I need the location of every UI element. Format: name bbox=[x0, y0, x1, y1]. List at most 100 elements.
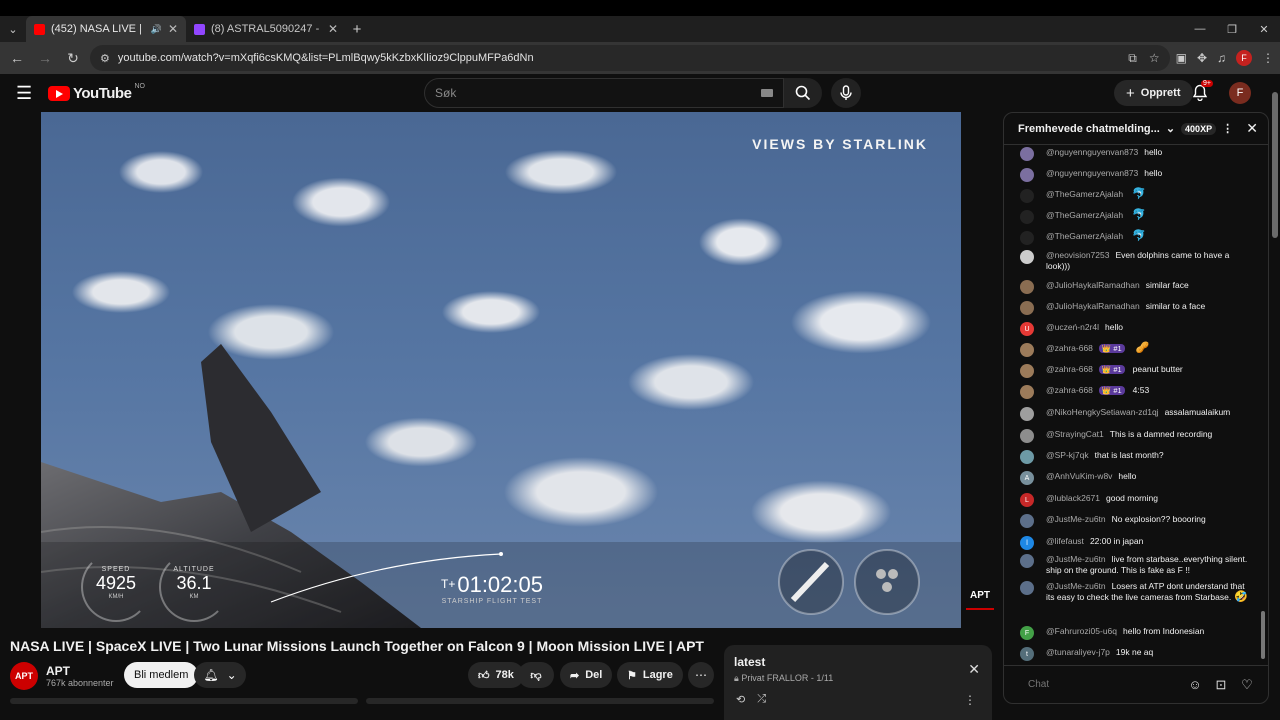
chat-author-name[interactable]: @nguyennguyenvan873 bbox=[1046, 147, 1138, 157]
chat-author-name[interactable]: @zahra-668 bbox=[1046, 364, 1093, 374]
tab-search-chevron-icon[interactable]: ⌄ bbox=[0, 23, 26, 36]
chat-author-name[interactable]: @TheGamerzAjalah bbox=[1046, 210, 1123, 220]
chat-author-name[interactable]: @zahra-668 bbox=[1046, 343, 1093, 353]
minimize-icon[interactable]: — bbox=[1184, 23, 1216, 35]
puzzle-extensions-icon[interactable]: ✥ bbox=[1197, 51, 1207, 65]
chat-author-avatar[interactable] bbox=[1020, 364, 1034, 378]
chat-author-name[interactable]: @JulioHaykalRamadhan bbox=[1046, 301, 1140, 311]
playlist-title[interactable]: latest bbox=[734, 655, 982, 669]
reload-icon[interactable]: ↻ bbox=[62, 50, 84, 67]
channel-avatar[interactable]: APT bbox=[10, 662, 38, 690]
chat-author-avatar[interactable] bbox=[1020, 168, 1034, 182]
chat-mode-selector[interactable]: Fremhevede chatmelding... bbox=[1018, 123, 1160, 135]
chat-input[interactable] bbox=[1014, 673, 1182, 696]
tab-close-icon[interactable]: ✕ bbox=[168, 22, 178, 36]
extension-icon[interactable]: ▣ bbox=[1176, 51, 1187, 65]
site-info-icon[interactable]: ⚙ bbox=[100, 52, 110, 65]
chat-scroll-thumb[interactable] bbox=[1261, 611, 1265, 659]
chat-author-name[interactable]: @SP-kj7qk bbox=[1046, 450, 1089, 460]
emoji-picker-icon[interactable]: ☺ bbox=[1182, 677, 1208, 692]
subscription-notification-button[interactable]: 🔔︎ ⌄ bbox=[194, 662, 246, 688]
youtube-logo[interactable]: YouTube NO bbox=[48, 83, 145, 102]
speaker-icon[interactable]: 🔊 bbox=[151, 24, 162, 35]
profile-avatar[interactable]: F bbox=[1236, 50, 1252, 66]
tab-close-icon[interactable]: ✕ bbox=[328, 22, 338, 36]
more-actions-button[interactable]: ⋯ bbox=[688, 662, 714, 688]
chat-author-name[interactable]: @JustMe-zu6tn bbox=[1046, 581, 1106, 591]
chat-author-avatar[interactable] bbox=[1020, 280, 1034, 294]
chat-author-name[interactable]: @TheGamerzAjalah bbox=[1046, 231, 1123, 241]
loop-icon[interactable]: ⟲ bbox=[736, 693, 745, 706]
chat-author-name[interactable]: @JulioHaykalRamadhan bbox=[1046, 280, 1140, 290]
chat-author-avatar[interactable] bbox=[1020, 554, 1034, 568]
chat-menu-icon[interactable]: ⋮ bbox=[1222, 122, 1233, 135]
playlist-close-icon[interactable]: ✕ bbox=[968, 661, 980, 678]
chat-author-avatar[interactable] bbox=[1020, 301, 1034, 315]
chat-author-name[interactable]: @tunaraliyev-j7p bbox=[1046, 647, 1110, 657]
url-text[interactable]: youtube.com/watch?v=mXqfi6csKMQ&list=PLm… bbox=[118, 52, 534, 64]
chat-author-avatar[interactable] bbox=[1020, 514, 1034, 528]
back-icon[interactable]: ← bbox=[6, 50, 28, 66]
browser-tab-twitch[interactable]: (8) ASTRAL5090247 - Twitch ✕ bbox=[186, 16, 346, 42]
chat-author-name[interactable]: @JustMe-zu6tn bbox=[1046, 554, 1106, 564]
page-scroll-thumb[interactable] bbox=[1272, 92, 1278, 238]
like-button[interactable]: 👍︎ 78k bbox=[468, 662, 524, 688]
notifications-button[interactable]: 9+ bbox=[1192, 80, 1213, 106]
shuffle-icon[interactable]: ⤮ bbox=[757, 693, 766, 706]
chat-author-avatar[interactable] bbox=[1020, 450, 1034, 464]
chat-author-name[interactable]: @AnhVuKim-w8v bbox=[1046, 471, 1112, 481]
search-box[interactable]: Søk bbox=[424, 78, 784, 108]
chat-author-avatar[interactable]: t bbox=[1020, 647, 1034, 661]
chat-author-name[interactable]: @lifefaust bbox=[1046, 536, 1084, 546]
chat-author-name[interactable]: @lublack2671 bbox=[1046, 493, 1100, 503]
chat-author-name[interactable]: @NikoHengkySetiawan-zd1qj bbox=[1046, 407, 1159, 417]
join-membership-button[interactable]: Bli medlem bbox=[124, 662, 199, 688]
share-button[interactable]: ➦ Del bbox=[560, 662, 613, 688]
playlist-more-icon[interactable]: ⋮ bbox=[964, 693, 976, 707]
keyboard-icon[interactable] bbox=[761, 89, 773, 97]
chat-scrollbar[interactable] bbox=[1261, 149, 1265, 659]
voice-search-button[interactable] bbox=[831, 78, 861, 108]
create-button[interactable]: + Opprett bbox=[1114, 80, 1193, 106]
chat-author-avatar[interactable]: U bbox=[1020, 322, 1034, 336]
new-tab-button[interactable]: + bbox=[346, 21, 368, 38]
search-input[interactable]: Søk bbox=[435, 86, 456, 100]
chat-author-avatar[interactable] bbox=[1020, 343, 1034, 357]
bookmark-star-icon[interactable]: ☆ bbox=[1149, 51, 1160, 66]
chat-author-avatar[interactable] bbox=[1020, 231, 1034, 245]
chat-author-avatar[interactable] bbox=[1020, 407, 1034, 421]
media-controls-icon[interactable]: ♫ bbox=[1217, 51, 1226, 65]
browser-menu-icon[interactable]: ⋮ bbox=[1262, 51, 1274, 65]
chat-author-avatar[interactable]: F bbox=[1020, 626, 1034, 640]
chat-author-avatar[interactable] bbox=[1020, 250, 1034, 264]
video-player[interactable]: VIEWS BY STARLINK SPEED 4925 KM/H ALTITU… bbox=[41, 112, 961, 628]
chat-author-name[interactable]: @TheGamerzAjalah bbox=[1046, 189, 1123, 199]
super-chat-icon[interactable]: ⊡ bbox=[1208, 677, 1234, 693]
channel-name[interactable]: APT bbox=[46, 664, 114, 678]
browser-tab-youtube[interactable]: (452) NASA LIVE | SpaceX LI 🔊 ✕ bbox=[26, 16, 186, 42]
dislike-button[interactable]: 👎︎ bbox=[518, 662, 554, 688]
chat-author-name[interactable]: @StrayingCat1 bbox=[1046, 429, 1104, 439]
chat-author-name[interactable]: @JustMe-zu6tn bbox=[1046, 514, 1106, 524]
chat-author-avatar[interactable] bbox=[1020, 147, 1034, 161]
chat-author-name[interactable]: @uczeń-n2r4l bbox=[1046, 322, 1099, 332]
search-button[interactable] bbox=[784, 78, 822, 108]
chat-author-name[interactable]: @Fahrurozi05-u6q bbox=[1046, 626, 1117, 636]
chat-author-avatar[interactable]: A bbox=[1020, 471, 1034, 485]
chat-author-avatar[interactable]: l bbox=[1020, 536, 1034, 550]
address-bar[interactable]: ⚙ youtube.com/watch?v=mXqfi6csKMQ&list=P… bbox=[90, 45, 1170, 71]
menu-hamburger-icon[interactable]: ☰ bbox=[16, 83, 38, 104]
restore-icon[interactable]: ❐ bbox=[1216, 23, 1248, 36]
chat-author-name[interactable]: @nguyennguyenvan873 bbox=[1046, 168, 1138, 178]
chat-author-name[interactable]: @zahra-668 bbox=[1046, 385, 1093, 395]
page-scrollbar[interactable] bbox=[1272, 86, 1278, 698]
chat-author-avatar[interactable] bbox=[1020, 429, 1034, 443]
chevron-down-icon[interactable]: ⌄ bbox=[1166, 122, 1175, 135]
forward-icon[interactable]: → bbox=[34, 50, 56, 66]
chat-close-icon[interactable]: ✕ bbox=[1246, 120, 1258, 137]
heart-icon[interactable]: ♡ bbox=[1234, 677, 1260, 693]
chat-author-name[interactable]: @neovision7253 bbox=[1046, 250, 1109, 260]
chat-author-avatar[interactable] bbox=[1020, 210, 1034, 224]
xp-badge[interactable]: 400XP bbox=[1181, 122, 1217, 135]
save-button[interactable]: ⚑ Lagre bbox=[617, 662, 683, 688]
